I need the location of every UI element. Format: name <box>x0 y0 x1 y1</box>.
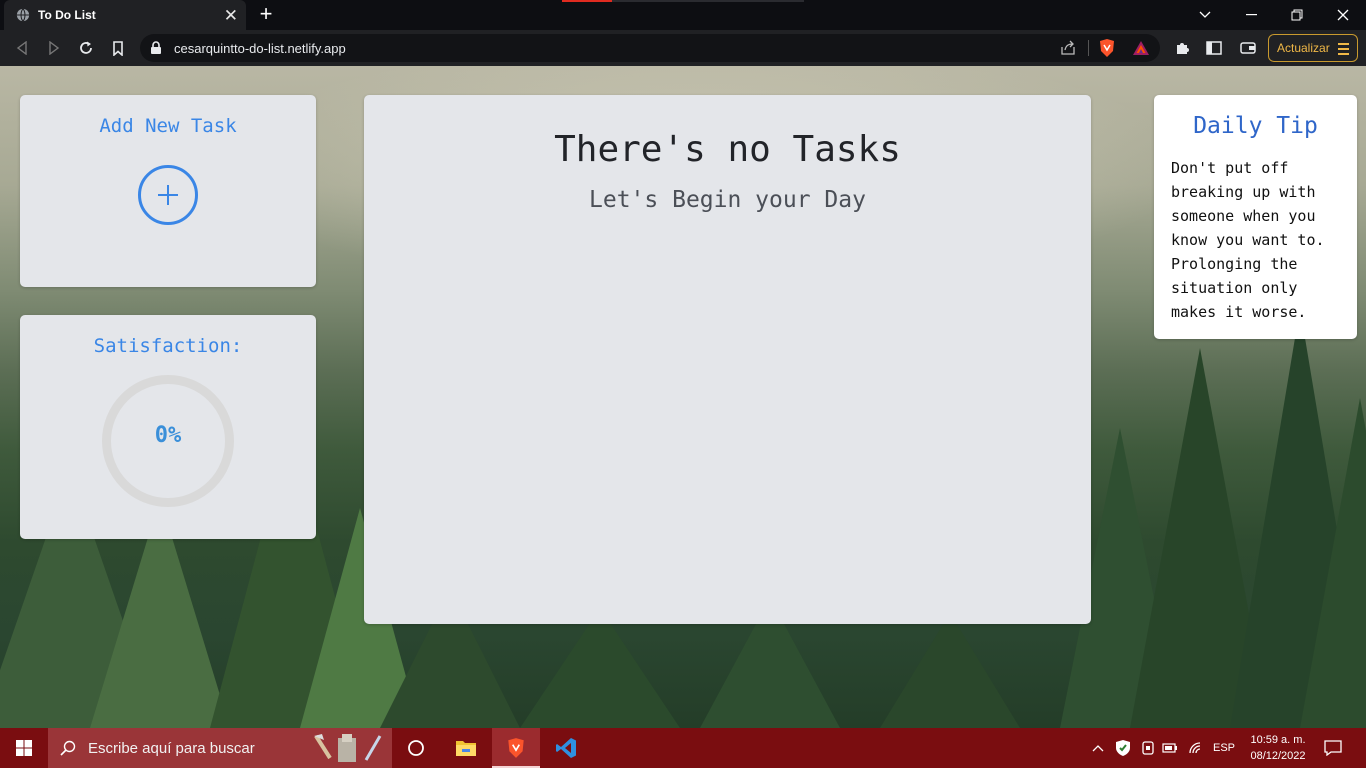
taskbar-clock[interactable]: 10:59 a. m. 08/12/2022 <box>1244 732 1312 764</box>
reload-button[interactable] <box>76 38 96 58</box>
security-icon <box>1116 740 1130 756</box>
close-window-button[interactable] <box>1320 0 1366 30</box>
search-icon <box>60 740 76 756</box>
add-task-card: Add New Task <box>20 95 316 287</box>
search-highlight-icon <box>314 734 382 762</box>
battery-icon <box>1162 743 1177 753</box>
windows-start-icon <box>16 740 32 756</box>
chevron-down-icon <box>1199 11 1211 18</box>
brave-shields-icon[interactable] <box>1098 38 1116 58</box>
share-icon[interactable] <box>1060 40 1076 56</box>
taskbar-search-box[interactable]: Escribe aquí para buscar <box>48 728 392 768</box>
add-task-button[interactable] <box>138 165 198 225</box>
todo-app-page: Add New Task Satisfaction: 0% There's no… <box>0 66 1366 728</box>
battery-tray-button[interactable] <box>1160 728 1180 768</box>
browser-tab-bar: To Do List ✕ + <box>0 0 1366 30</box>
daily-tip-card: Daily Tip Don't put off breaking up with… <box>1154 95 1357 339</box>
new-tab-button[interactable]: + <box>256 3 276 25</box>
security-tray-button[interactable] <box>1112 728 1134 768</box>
minimize-icon <box>1245 14 1257 16</box>
empty-state-title: There's no Tasks <box>554 129 901 170</box>
address-bar[interactable]: cesarquintto-do-list.netlify.app <box>140 34 1160 62</box>
extensions-button[interactable] <box>1172 38 1192 58</box>
device-tray-button[interactable] <box>1138 728 1158 768</box>
action-center-button[interactable] <box>1320 728 1346 768</box>
vscode-icon <box>556 738 576 758</box>
wifi-icon <box>1189 742 1201 754</box>
sidebar-icon <box>1206 41 1222 55</box>
tab-title: To Do List <box>38 8 96 22</box>
task-list-panel: There's no Tasks Let's Begin your Day <box>364 95 1091 624</box>
bookmark-icon <box>113 40 123 56</box>
minimize-button[interactable] <box>1228 0 1274 30</box>
empty-state-subtitle: Let's Begin your Day <box>589 187 866 213</box>
back-icon <box>16 41 27 55</box>
brave-browser-icon <box>508 738 524 758</box>
tab-strip-shadow <box>612 0 804 2</box>
chevron-up-icon <box>1092 745 1104 752</box>
update-label: Actualizar <box>1277 41 1330 55</box>
notifications-icon <box>1324 740 1342 756</box>
satisfaction-card: Satisfaction: 0% <box>20 315 316 539</box>
close-tab-icon[interactable]: ✕ <box>224 7 238 24</box>
windows-taskbar: Escribe aquí para buscar ESP 10:59 a. m.… <box>0 728 1366 768</box>
show-hidden-icons-button[interactable] <box>1088 728 1108 768</box>
file-explorer-icon <box>456 741 476 756</box>
menu-icon <box>1338 43 1349 58</box>
close-icon <box>1337 9 1349 21</box>
browser-toolbar: cesarquintto-do-list.netlify.app Actuali… <box>0 30 1366 66</box>
network-tray-button[interactable] <box>1186 728 1206 768</box>
vscode-taskbar-button[interactable] <box>542 728 590 768</box>
tab-search-button[interactable] <box>1182 0 1228 30</box>
clock-date: 08/12/2022 <box>1250 750 1306 762</box>
url-text[interactable]: cesarquintto-do-list.netlify.app <box>174 41 346 56</box>
daily-tip-title: Daily Tip <box>1193 113 1318 139</box>
satisfaction-value: 0% <box>154 423 182 448</box>
start-button[interactable] <box>0 728 48 768</box>
daily-tip-text: Don't put off breaking up with someone w… <box>1171 159 1325 321</box>
url-divider <box>1088 40 1089 56</box>
browser-tab[interactable]: To Do List ✕ <box>4 0 246 30</box>
language-indicator[interactable]: ESP <box>1210 728 1238 768</box>
back-button[interactable] <box>12 38 32 58</box>
device-icon <box>1142 741 1154 755</box>
extensions-icon <box>1177 43 1189 54</box>
forward-button[interactable] <box>44 38 64 58</box>
brave-taskbar-button[interactable] <box>492 728 540 768</box>
satisfaction-title: Satisfaction: <box>93 335 243 357</box>
bookmark-button[interactable] <box>108 38 128 58</box>
wallet-button[interactable] <box>1238 38 1258 58</box>
clock-time: 10:59 a. m. <box>1250 734 1306 746</box>
reload-icon <box>80 41 92 54</box>
restore-button[interactable] <box>1274 0 1320 30</box>
wallet-icon <box>1240 42 1256 54</box>
cortana-button[interactable] <box>392 728 440 768</box>
brave-rewards-icon[interactable] <box>1132 40 1150 56</box>
lock-icon <box>151 41 161 54</box>
sidebar-button[interactable] <box>1204 38 1224 58</box>
tab-strip-indicator <box>562 0 612 2</box>
globe-icon <box>16 8 30 22</box>
add-task-title: Add New Task <box>99 115 237 137</box>
cortana-icon <box>408 740 424 756</box>
file-explorer-button[interactable] <box>442 728 490 768</box>
forward-icon <box>49 41 60 55</box>
update-button[interactable]: Actualizar <box>1268 34 1358 62</box>
restore-icon <box>1291 9 1303 21</box>
taskbar-search-placeholder: Escribe aquí para buscar <box>88 739 255 757</box>
